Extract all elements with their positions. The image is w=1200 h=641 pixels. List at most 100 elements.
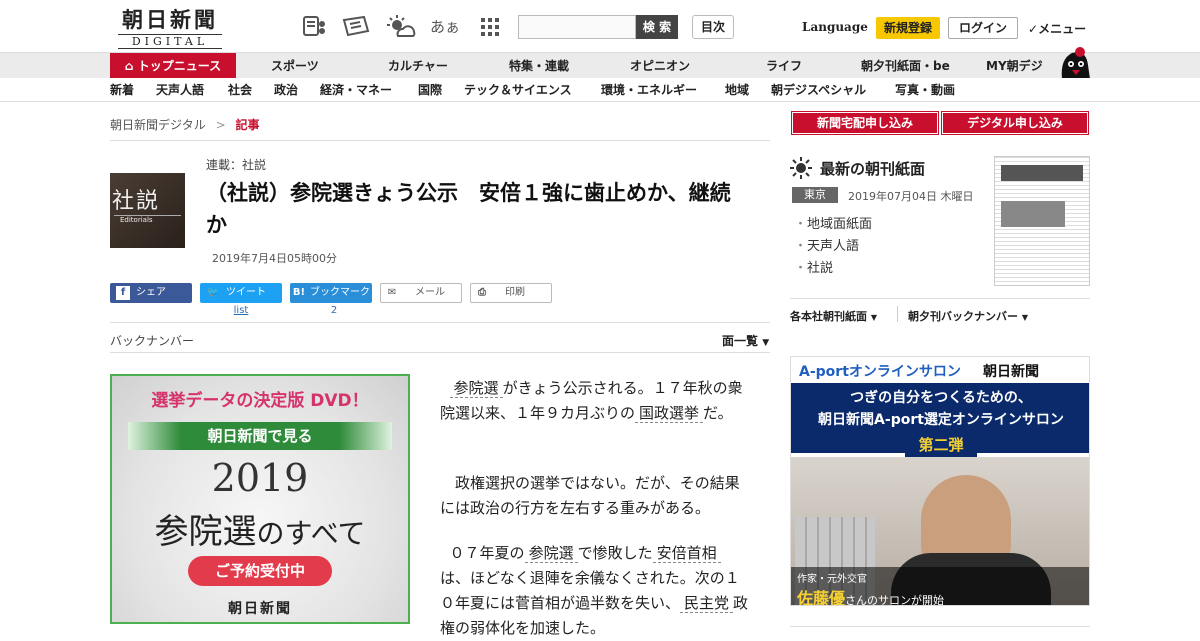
sidebar-link-tensei[interactable]: 天声人語 [794, 235, 859, 254]
mail-label: メール [415, 287, 445, 298]
digital-signup-button[interactable]: デジタル申し込み [941, 111, 1089, 135]
twitter-share-button[interactable]: 🐦 ツイート [200, 283, 282, 303]
paper-photo-block [1001, 201, 1065, 227]
logo-jp: 朝日新聞 [122, 7, 218, 32]
twitter-icon: 🐦 [206, 287, 220, 298]
menpage-label: 面一覧 [722, 334, 759, 348]
thumb-sub: Editorials [114, 215, 181, 224]
breadcrumb-current: 記事 [235, 118, 260, 132]
font-size-icon[interactable]: あぁ [430, 14, 460, 40]
keyword-link[interactable]: 民主党 [680, 594, 734, 613]
paragraph-3: ０７年夏の 参院選 で惨敗した 安倍首相は、ほどなく退陣を余儀なくされた。次の１０年夏… [440, 541, 750, 641]
dvd-advert[interactable]: 選挙データの決定版 DVD！ 朝日新聞で見る 2019 参院選のすべて ご予約受… [110, 374, 410, 624]
ad-cta-button[interactable]: ご予約受付中 [188, 556, 332, 586]
keyword-link[interactable]: 国政選挙 [635, 404, 704, 423]
keyword-link[interactable]: 安倍首相 [652, 544, 721, 563]
caption-small: 作家・元外交官 [797, 574, 867, 585]
regional-papers-dropdown[interactable]: 各本社朝刊紙面 ▼ [790, 308, 877, 324]
ad-headline: 選挙データの決定版 DVD！ [151, 391, 369, 411]
primary-nav: ⌂ トップニュース スポーツ カルチャー 特集・連載 オピニオン ライフ 朝夕刊… [0, 47, 1200, 79]
nav-top-news[interactable]: ⌂ トップニュース [110, 53, 236, 79]
print-label: 印刷 [505, 287, 525, 298]
ad-band: 朝日新聞で見る [128, 422, 392, 450]
article-title: （社説）参院選きょう公示 安倍１強に歯止めか、継続か [206, 181, 731, 237]
paper-icon[interactable] [340, 14, 372, 40]
sidebar-link-local[interactable]: 地域面紙面 [794, 213, 872, 232]
mail-icon: ✉ [387, 287, 397, 298]
latest-paper-title[interactable]: 最新の朝刊紙面 [820, 158, 925, 179]
ad-brand-left: A-portオンラインサロン [799, 364, 961, 380]
search-button[interactable]: 検 索 [636, 15, 678, 39]
thumb-text: 社説 [112, 189, 161, 214]
signup-button[interactable]: 新規登録 [876, 17, 940, 39]
caret-down-icon: ▼ [870, 313, 877, 322]
nav2-politics[interactable]: 政治 [274, 78, 298, 102]
paragraph-text: で惨敗した [577, 544, 653, 562]
nav-culture[interactable]: カルチャー [388, 53, 448, 79]
paragraph-text: ０７年夏の [449, 544, 525, 562]
editorial-thumbnail: 社説 Editorials [110, 173, 185, 248]
secondary-nav: 新着 天声人語 社会 政治 経済・マネー 国際 テック＆サイエンス 環境・エネル… [0, 78, 1200, 102]
nav-paper[interactable]: 朝夕刊紙面・be [861, 53, 950, 79]
nav2-tech[interactable]: テック＆サイエンス [464, 78, 572, 102]
print-button[interactable]: ⎙ 印刷 [470, 283, 552, 303]
menu-button[interactable]: ✓メニュー [1028, 20, 1086, 37]
ad-main2: のすべて [256, 517, 366, 550]
keyword-link[interactable]: 参院選 [524, 544, 578, 563]
nav2-latest[interactable]: 新着 [110, 78, 134, 102]
nav2-international[interactable]: 国際 [418, 78, 442, 102]
series-label[interactable]: 連載：社説 [206, 156, 266, 173]
menpage-dropdown[interactable]: 面一覧 ▼ [722, 332, 769, 349]
ad-caption: 作家・元外交官 佐藤優さんのサロンが開始 [791, 567, 1089, 605]
nav-label: トップニュース [137, 59, 222, 73]
backnumber-dropdown[interactable]: 朝夕刊バックナンバー ▼ [908, 308, 1028, 324]
logo-en: DIGITAL [118, 34, 222, 49]
paragraph-1: 参院選 がきょう公示される。１７年秋の衆院選以来、１年９カ月ぶりの 国政選挙 だ。 [440, 376, 750, 426]
site-header: 朝日新聞 DIGITAL あぁ 検 索 目次 Language 新規登録 ログイ… [0, 0, 1200, 52]
ad-title: 参院選のすべて [112, 504, 408, 553]
facebook-icon: f [116, 286, 130, 300]
nav-sports[interactable]: スポーツ [271, 53, 319, 79]
nav2-photo[interactable]: 写真・動画 [895, 78, 955, 102]
caret-down-icon: ▼ [1021, 313, 1028, 322]
hatena-label: ブックマーク [310, 287, 370, 298]
search-input[interactable] [518, 15, 636, 39]
backnumber-label[interactable]: バックナンバー [110, 332, 194, 349]
login-button[interactable]: ログイン [948, 17, 1018, 39]
nav2-special[interactable]: 朝デジスペシャル [771, 78, 866, 102]
nav-my-asahi[interactable]: MY朝デジ [986, 53, 1043, 79]
news-icon[interactable] [300, 14, 328, 40]
mokuji-button[interactable]: 目次 [692, 15, 734, 39]
hatena-bookmark-button[interactable]: B! ブックマーク [290, 283, 372, 303]
paper-headline-block [1001, 165, 1083, 181]
nav2-society[interactable]: 社会 [228, 78, 252, 102]
keyword-link[interactable]: 参院選 [449, 379, 503, 398]
facebook-share-button[interactable]: f シェア [110, 283, 192, 303]
grid-icon[interactable] [476, 14, 504, 40]
sidebar-link-editorial[interactable]: 社説 [794, 257, 833, 276]
delivery-signup-button[interactable]: 新聞宅配申し込み [791, 111, 939, 135]
breadcrumb-home[interactable]: 朝日新聞デジタル [110, 118, 206, 132]
newspaper-thumbnail[interactable] [994, 156, 1090, 286]
aport-salon-advert[interactable]: A-portオンラインサロン 朝日新聞 つぎの自分をつくるための、 朝日新聞A-… [790, 356, 1090, 606]
nav2-tensei[interactable]: 天声人語 [156, 78, 204, 102]
divider [110, 352, 770, 353]
language-link[interactable]: Language [802, 20, 868, 34]
hatena-count[interactable]: 2 [290, 305, 378, 316]
menu-label: メニュー [1038, 22, 1087, 36]
mail-share-button[interactable]: ✉ メール [380, 283, 462, 303]
divider [897, 306, 898, 322]
divider [790, 298, 1090, 299]
sublink-label: 各本社朝刊紙面 [790, 310, 867, 323]
site-logo[interactable]: 朝日新聞 DIGITAL [112, 8, 228, 49]
mascot-icon [1056, 45, 1092, 79]
nav2-economy[interactable]: 経済・マネー [320, 78, 392, 102]
weather-icon[interactable] [384, 14, 416, 40]
nav2-region[interactable]: 地域 [725, 78, 749, 102]
nav-life[interactable]: ライフ [766, 53, 802, 79]
sun-icon [790, 157, 812, 179]
nav-opinion[interactable]: オピニオン [630, 53, 690, 79]
nav2-environment[interactable]: 環境・エネルギー [601, 78, 697, 102]
twitter-count[interactable]: list [200, 305, 282, 316]
nav-features[interactable]: 特集・連載 [509, 53, 569, 79]
